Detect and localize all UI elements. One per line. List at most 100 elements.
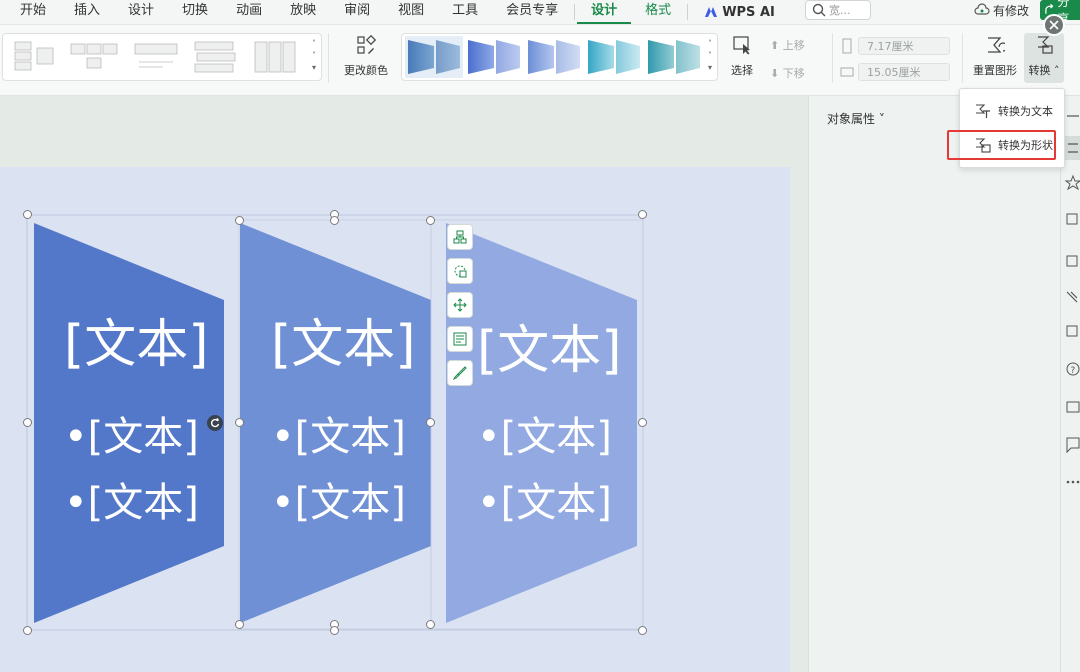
object-properties-panel: 对象属性 ˅ (808, 96, 1061, 672)
layout-thumb-4[interactable] (193, 40, 237, 74)
panel-title-text: 对象属性 (827, 112, 876, 126)
select-label: 选择 (731, 64, 753, 77)
menu-home[interactable]: 开始 (0, 0, 60, 24)
right-sidebar: ? (1060, 96, 1080, 672)
change-color-label: 更改颜色 (344, 64, 388, 77)
resize-handle-bl[interactable] (23, 626, 32, 635)
menu-view[interactable]: 视图 (384, 0, 438, 24)
menu-transition[interactable]: 切换 (168, 0, 222, 24)
ribbon-separator (832, 33, 833, 83)
add-shape-button[interactable] (447, 224, 473, 250)
shape-2-bullet-2[interactable]: •[文本] (271, 470, 406, 528)
shape-3-bullet-1[interactable]: •[文本] (477, 404, 612, 462)
convert-button[interactable]: 转换 ˄ (1024, 33, 1064, 83)
style-gallery[interactable]: ˄ ˅ ▾ (401, 33, 718, 81)
resize-handle-shape-bl[interactable] (235, 620, 244, 629)
wps-ai-label: WPS AI (722, 4, 775, 20)
style-gallery-scroll[interactable]: ˄ ˅ ▾ (705, 38, 715, 74)
resize-handle-shape-br[interactable] (426, 620, 435, 629)
resize-handle-right[interactable] (638, 418, 647, 427)
shape-3-bullet-2[interactable]: •[文本] (477, 470, 612, 528)
tab-smartart-design[interactable]: 设计 (577, 0, 632, 24)
move-down-button[interactable]: ⬇ 下移 (770, 65, 826, 81)
change-layout-button[interactable] (447, 258, 473, 284)
convert-to-text-item[interactable]: 转换为文本 (960, 96, 1064, 126)
resize-handle-shape-left[interactable] (235, 418, 244, 427)
layout-thumb-2[interactable] (69, 40, 119, 74)
move-down-icon: ⬇ (770, 67, 780, 80)
reset-shape-label: 重置图形 (973, 64, 1017, 77)
layout-thumb-1[interactable] (13, 40, 57, 74)
tab-smartart-format[interactable]: 格式 (631, 0, 685, 24)
layout-thumb-3[interactable] (133, 40, 179, 74)
select-button[interactable]: 选择 (722, 35, 762, 78)
resize-handle-shape-right[interactable] (426, 418, 435, 427)
add-shape-icon (453, 230, 467, 244)
menu-review[interactable]: 审阅 (330, 0, 384, 24)
shape-1-bullet-1[interactable]: •[文本] (64, 404, 199, 462)
shape-height-field[interactable]: 15.05厘米 (858, 63, 950, 81)
shape-1-bullet-2[interactable]: •[文本] (64, 470, 199, 528)
select-icon (733, 36, 750, 55)
menu-member[interactable]: 会员专享 (492, 0, 572, 24)
move-up-button[interactable]: ⬆ 上移 (770, 37, 826, 53)
rotate-icon (210, 418, 220, 428)
save-status-label: 有修改 (993, 3, 1030, 18)
svg-text:?: ? (1071, 366, 1076, 376)
brush-icon (453, 366, 467, 380)
search-placeholder: 宽... (829, 4, 851, 17)
menu-separator (687, 4, 689, 20)
cloud-sync-icon (974, 3, 990, 15)
menu-insert[interactable]: 插入 (60, 0, 114, 24)
convert-icon (1038, 36, 1053, 54)
height-icon (840, 67, 854, 77)
rotate-handle[interactable] (207, 415, 223, 431)
ribbon-separator (328, 33, 329, 83)
reset-shape-icon (988, 37, 1008, 53)
wps-ai-icon (705, 7, 718, 17)
resize-handle-shape-tr[interactable] (426, 216, 435, 225)
change-color-icon (357, 34, 377, 54)
layout-gallery-scroll[interactable]: ˄ ˅ ▾ (309, 38, 319, 74)
wps-ai-button[interactable]: WPS AI (690, 5, 789, 20)
menu-separator (574, 4, 576, 20)
convert-to-text-label: 转换为文本 (998, 105, 1053, 118)
ribbon: ˄ ˅ ▾ 更改颜色 ˄ ˅ ▾ 选择 ⬆ 上移 ⬇ 下移 7.17厘米 15.… (0, 25, 1080, 96)
menu-design[interactable]: 设计 (114, 0, 168, 24)
change-layout-icon (454, 265, 467, 278)
move-up-icon: ⬆ (770, 39, 780, 52)
reset-shape-button[interactable]: 重置图形 (970, 35, 1020, 78)
resize-handle-shape-top[interactable] (330, 216, 339, 225)
resize-handle-left[interactable] (23, 418, 32, 427)
resize-handle-tl[interactable] (23, 210, 32, 219)
resize-handle-shape-tl[interactable] (235, 216, 244, 225)
save-status[interactable]: 有修改 (974, 0, 1029, 20)
shape-2-bullet-1[interactable]: •[文本] (271, 404, 406, 462)
move-shape-button[interactable] (447, 292, 473, 318)
shape-width-field[interactable]: 7.17厘米 (858, 37, 950, 55)
resize-handle-br[interactable] (638, 626, 647, 635)
style-brush-button[interactable] (447, 360, 473, 386)
menu-slideshow[interactable]: 放映 (276, 0, 330, 24)
close-badge[interactable] (1043, 14, 1065, 36)
panel-title[interactable]: 对象属性 ˅ (827, 110, 885, 127)
highlight-annotation (947, 130, 1056, 160)
resize-handle-tr[interactable] (638, 210, 647, 219)
shape-3-heading[interactable]: [文本] (477, 308, 622, 383)
close-icon (1049, 20, 1059, 30)
menu-animation[interactable]: 动画 (222, 0, 276, 24)
text-pane-icon (453, 332, 467, 346)
convert-label: 转换 ˄ (1028, 64, 1060, 77)
text-pane-button[interactable] (447, 326, 473, 352)
resize-handle-bottom[interactable] (330, 626, 339, 635)
search-input[interactable]: 宽... (805, 0, 871, 20)
change-color-button[interactable]: 更改颜色 (338, 34, 394, 78)
move-up-label: 上移 (782, 39, 805, 52)
ribbon-separator (962, 33, 963, 83)
layout-thumb-5[interactable] (253, 40, 297, 74)
style-thumbs (405, 36, 700, 78)
layout-gallery[interactable]: ˄ ˅ ▾ (2, 33, 322, 81)
menu-tools[interactable]: 工具 (438, 0, 492, 24)
shape-1-heading[interactable]: [文本] (64, 302, 209, 377)
shape-2-heading[interactable]: [文本] (271, 302, 416, 377)
